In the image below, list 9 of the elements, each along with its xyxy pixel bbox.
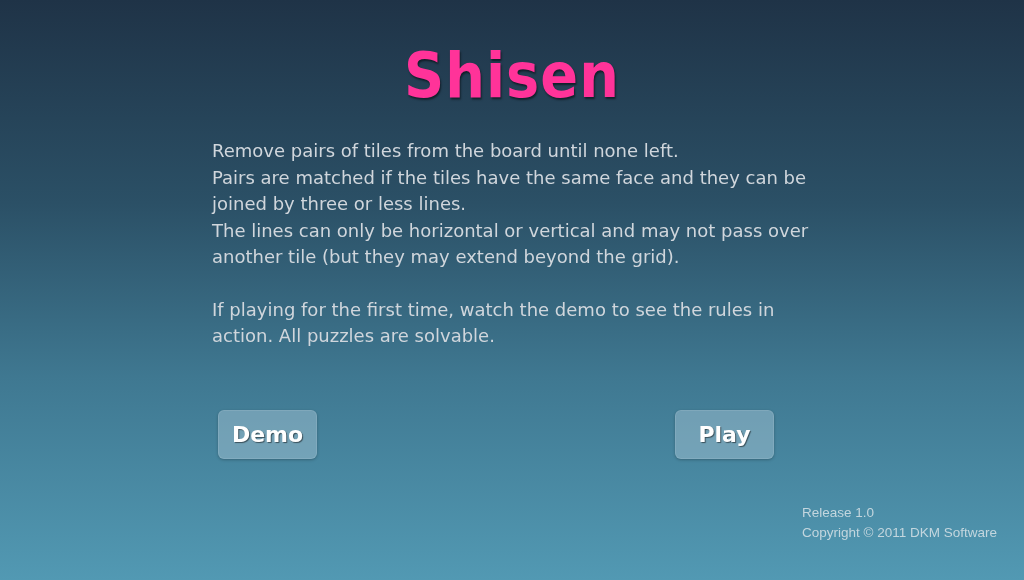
release-text: Release 1.0 (802, 503, 876, 522)
menu-button[interactable]: Demo (218, 409, 317, 459)
game-title: Shisen (404, 38, 620, 114)
rule-text: Remove pairs of tiles from the board until none left. (212, 139, 680, 163)
rule-text: Pairs are matched if the tiles have the same face and they can be joined by three or less lines. (212, 165, 808, 216)
rule-text: The lines can only be horizontal or vertical and may not pass over another tile (but they may extend beyond the grid). (212, 218, 810, 269)
menu-button[interactable]: Play (675, 409, 774, 459)
copyright-text: Copyright © 2011 DKM Software (802, 523, 999, 542)
hint-text: If playing for the first time, watch the demo to see the rules in action. All puzzles are solvable. (212, 297, 776, 348)
